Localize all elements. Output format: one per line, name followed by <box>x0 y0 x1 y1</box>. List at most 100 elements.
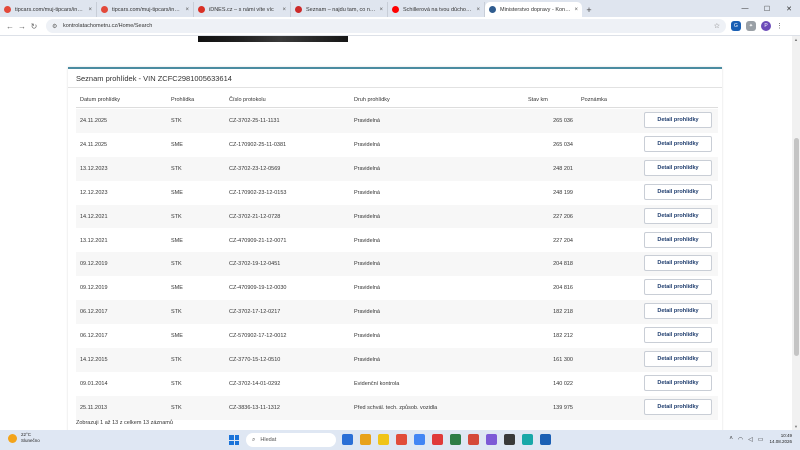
detail-button[interactable]: Detail prohlídky <box>644 112 712 128</box>
weather-text: Slunečno <box>21 438 40 443</box>
scroll-up-icon[interactable]: ▲ <box>792 37 800 42</box>
detail-button[interactable]: Detail prohlídky <box>644 398 712 415</box>
address-bar[interactable]: ⚙ kontrolatachometru.cz/Home/Search ☆ <box>46 19 726 33</box>
task-view-icon[interactable] <box>342 434 353 445</box>
column-header-note[interactable]: Poznámka <box>581 97 607 103</box>
browser-menu-icon[interactable]: ⋮ <box>776 22 783 30</box>
new-tab-button[interactable]: + <box>582 2 596 17</box>
tab-close-icon[interactable]: × <box>279 7 286 13</box>
detail-button[interactable]: Detail prohlídky <box>644 255 712 272</box>
table-row: 24.11.2025 STK CZ-3702-25-11-1131 Pravideln… <box>76 109 718 133</box>
detail-button[interactable]: Detail prohlídky <box>644 207 712 224</box>
maximize-icon[interactable]: ☐ <box>756 5 778 13</box>
search-icon: ⌕ <box>252 436 256 443</box>
detail-button[interactable]: Detail prohlídky <box>644 135 712 152</box>
tab-label: iDNES.cz – s námi víte víc <box>209 6 274 13</box>
reload-icon[interactable]: ↻ <box>28 22 40 31</box>
cell-type: STK <box>171 380 182 387</box>
app-icon[interactable] <box>522 434 533 445</box>
tab-close-icon[interactable]: × <box>85 7 92 13</box>
wifi-icon[interactable]: ◠ <box>738 436 743 443</box>
excel-icon[interactable] <box>450 434 461 445</box>
tab-label: tipcars.com/muj-tipcars/inzerat… <box>15 6 85 13</box>
profile-avatar[interactable]: P <box>761 21 771 31</box>
scroll-down-icon[interactable]: ▼ <box>792 424 800 429</box>
cell-km: 161 300 <box>553 357 573 363</box>
cell-protocol: CZ-470909-21-12-0071 <box>229 237 287 244</box>
teams-icon[interactable] <box>486 434 497 445</box>
cell-protocol: CZ-3770-15-12-0510 <box>229 357 281 363</box>
office-icon[interactable] <box>468 434 479 445</box>
detail-button[interactable]: Detail prohlídky <box>644 327 712 344</box>
browser-tab[interactable]: Schillerová na tvou důchod… × <box>388 2 485 17</box>
site-info-icon[interactable]: ⚙ <box>52 23 58 30</box>
tab-favicon-icon <box>198 6 205 13</box>
detail-button[interactable]: Detail prohlídky <box>644 159 712 176</box>
browser-tab[interactable]: Seznam – najdu tam, co nezná…× <box>291 2 388 17</box>
column-header-kind[interactable]: Druh prohlídky <box>354 97 390 103</box>
browser-tab[interactable]: Ministerstvo dopravy - Kontro… × <box>485 2 582 17</box>
file-explorer-icon[interactable] <box>360 434 371 445</box>
cell-date: 12.12.2023 <box>80 189 108 196</box>
browser-tab[interactable]: tipcars.com/muj-tipcars/inzerat…× <box>0 2 97 17</box>
tab-favicon-icon <box>392 6 399 13</box>
column-header-type[interactable]: Prohlídka <box>171 97 194 103</box>
tab-close-icon[interactable]: × <box>376 7 383 13</box>
extensions-puzzle-icon[interactable]: ✦ <box>746 21 756 31</box>
bookmark-star-icon[interactable]: ☆ <box>714 22 720 30</box>
back-icon[interactable]: ← <box>4 22 16 31</box>
taskbar-search[interactable]: ⌕ Hledat <box>246 433 336 447</box>
cell-km: 140 022 <box>553 380 573 387</box>
forward-icon[interactable]: → <box>16 22 28 31</box>
cell-kind: Pravidelná <box>354 189 380 196</box>
cell-km: 248 199 <box>553 189 573 196</box>
detail-button[interactable]: Detail prohlídky <box>644 374 712 391</box>
detail-button[interactable]: Detail prohlídky <box>644 351 712 367</box>
column-header-date[interactable]: Datum prohlídky <box>80 97 120 103</box>
detail-button[interactable]: Detail prohlídky <box>644 279 712 296</box>
tab-label: Seznam – najdu tam, co nezná… <box>306 6 376 13</box>
clock[interactable]: 10:49 14.08.2026 <box>769 433 792 445</box>
cell-date: 14.12.2021 <box>80 213 108 220</box>
detail-button[interactable]: Detail prohlídky <box>644 183 712 200</box>
cell-date: 24.11.2025 <box>80 141 108 148</box>
cell-km: 204 818 <box>553 261 573 268</box>
cell-km: 139 975 <box>553 404 573 411</box>
app-icon[interactable] <box>504 434 515 445</box>
column-header-protocol[interactable]: Číslo protokolu <box>229 97 266 103</box>
cell-date: 06.12.2017 <box>80 333 108 340</box>
tab-close-icon[interactable]: × <box>473 7 480 13</box>
browser-toolbar: ← → ↻ ⚙ kontrolatachometru.cz/Home/Searc… <box>0 17 800 36</box>
column-header-km[interactable]: Stav km <box>528 97 548 103</box>
app-icon[interactable] <box>540 434 551 445</box>
battery-icon[interactable]: ▭ <box>758 436 764 443</box>
detail-button[interactable]: Detail prohlídky <box>644 303 712 320</box>
speaker-icon[interactable]: ◁ <box>748 436 753 443</box>
browser-tab[interactable]: tipcars.com/muj-tipcars/inzerat…× <box>97 2 194 17</box>
scroll-thumb[interactable] <box>793 138 799 356</box>
edge-icon[interactable] <box>414 434 425 445</box>
minimize-icon[interactable]: — <box>734 5 756 12</box>
browser-tab[interactable]: iDNES.cz – s námi víte víc × <box>194 2 291 17</box>
cell-protocol: CZ-3702-23-12-0569 <box>229 165 281 172</box>
cell-type: STK <box>171 165 182 172</box>
detail-button[interactable]: Detail prohlídky <box>644 231 712 248</box>
cell-date: 25.11.2013 <box>80 404 108 411</box>
taskbar-search-placeholder: Hledat <box>260 437 277 443</box>
weather-widget[interactable]: 22°C Slunečno <box>8 432 40 444</box>
start-button[interactable] <box>229 435 239 445</box>
extension-icon[interactable]: G <box>731 21 741 31</box>
tab-close-icon[interactable]: × <box>571 7 578 13</box>
page-scrollbar[interactable]: ▲ ▼ <box>792 36 800 430</box>
cell-kind: Pravidelná <box>354 309 380 316</box>
close-window-icon[interactable]: ✕ <box>778 5 800 13</box>
app-icon[interactable] <box>432 434 443 445</box>
cell-kind: Před schvál. tech. způsob. vozidla <box>354 404 438 411</box>
chrome-icon[interactable] <box>396 434 407 445</box>
folder-icon[interactable] <box>378 434 389 445</box>
tab-close-icon[interactable]: × <box>182 7 189 13</box>
chevron-up-icon[interactable]: ˄ <box>729 436 733 442</box>
cell-protocol: CZ-570902-17-12-0012 <box>229 333 287 340</box>
cell-km: 227 204 <box>553 237 573 244</box>
tab-label: tipcars.com/muj-tipcars/inzerat… <box>112 6 182 13</box>
